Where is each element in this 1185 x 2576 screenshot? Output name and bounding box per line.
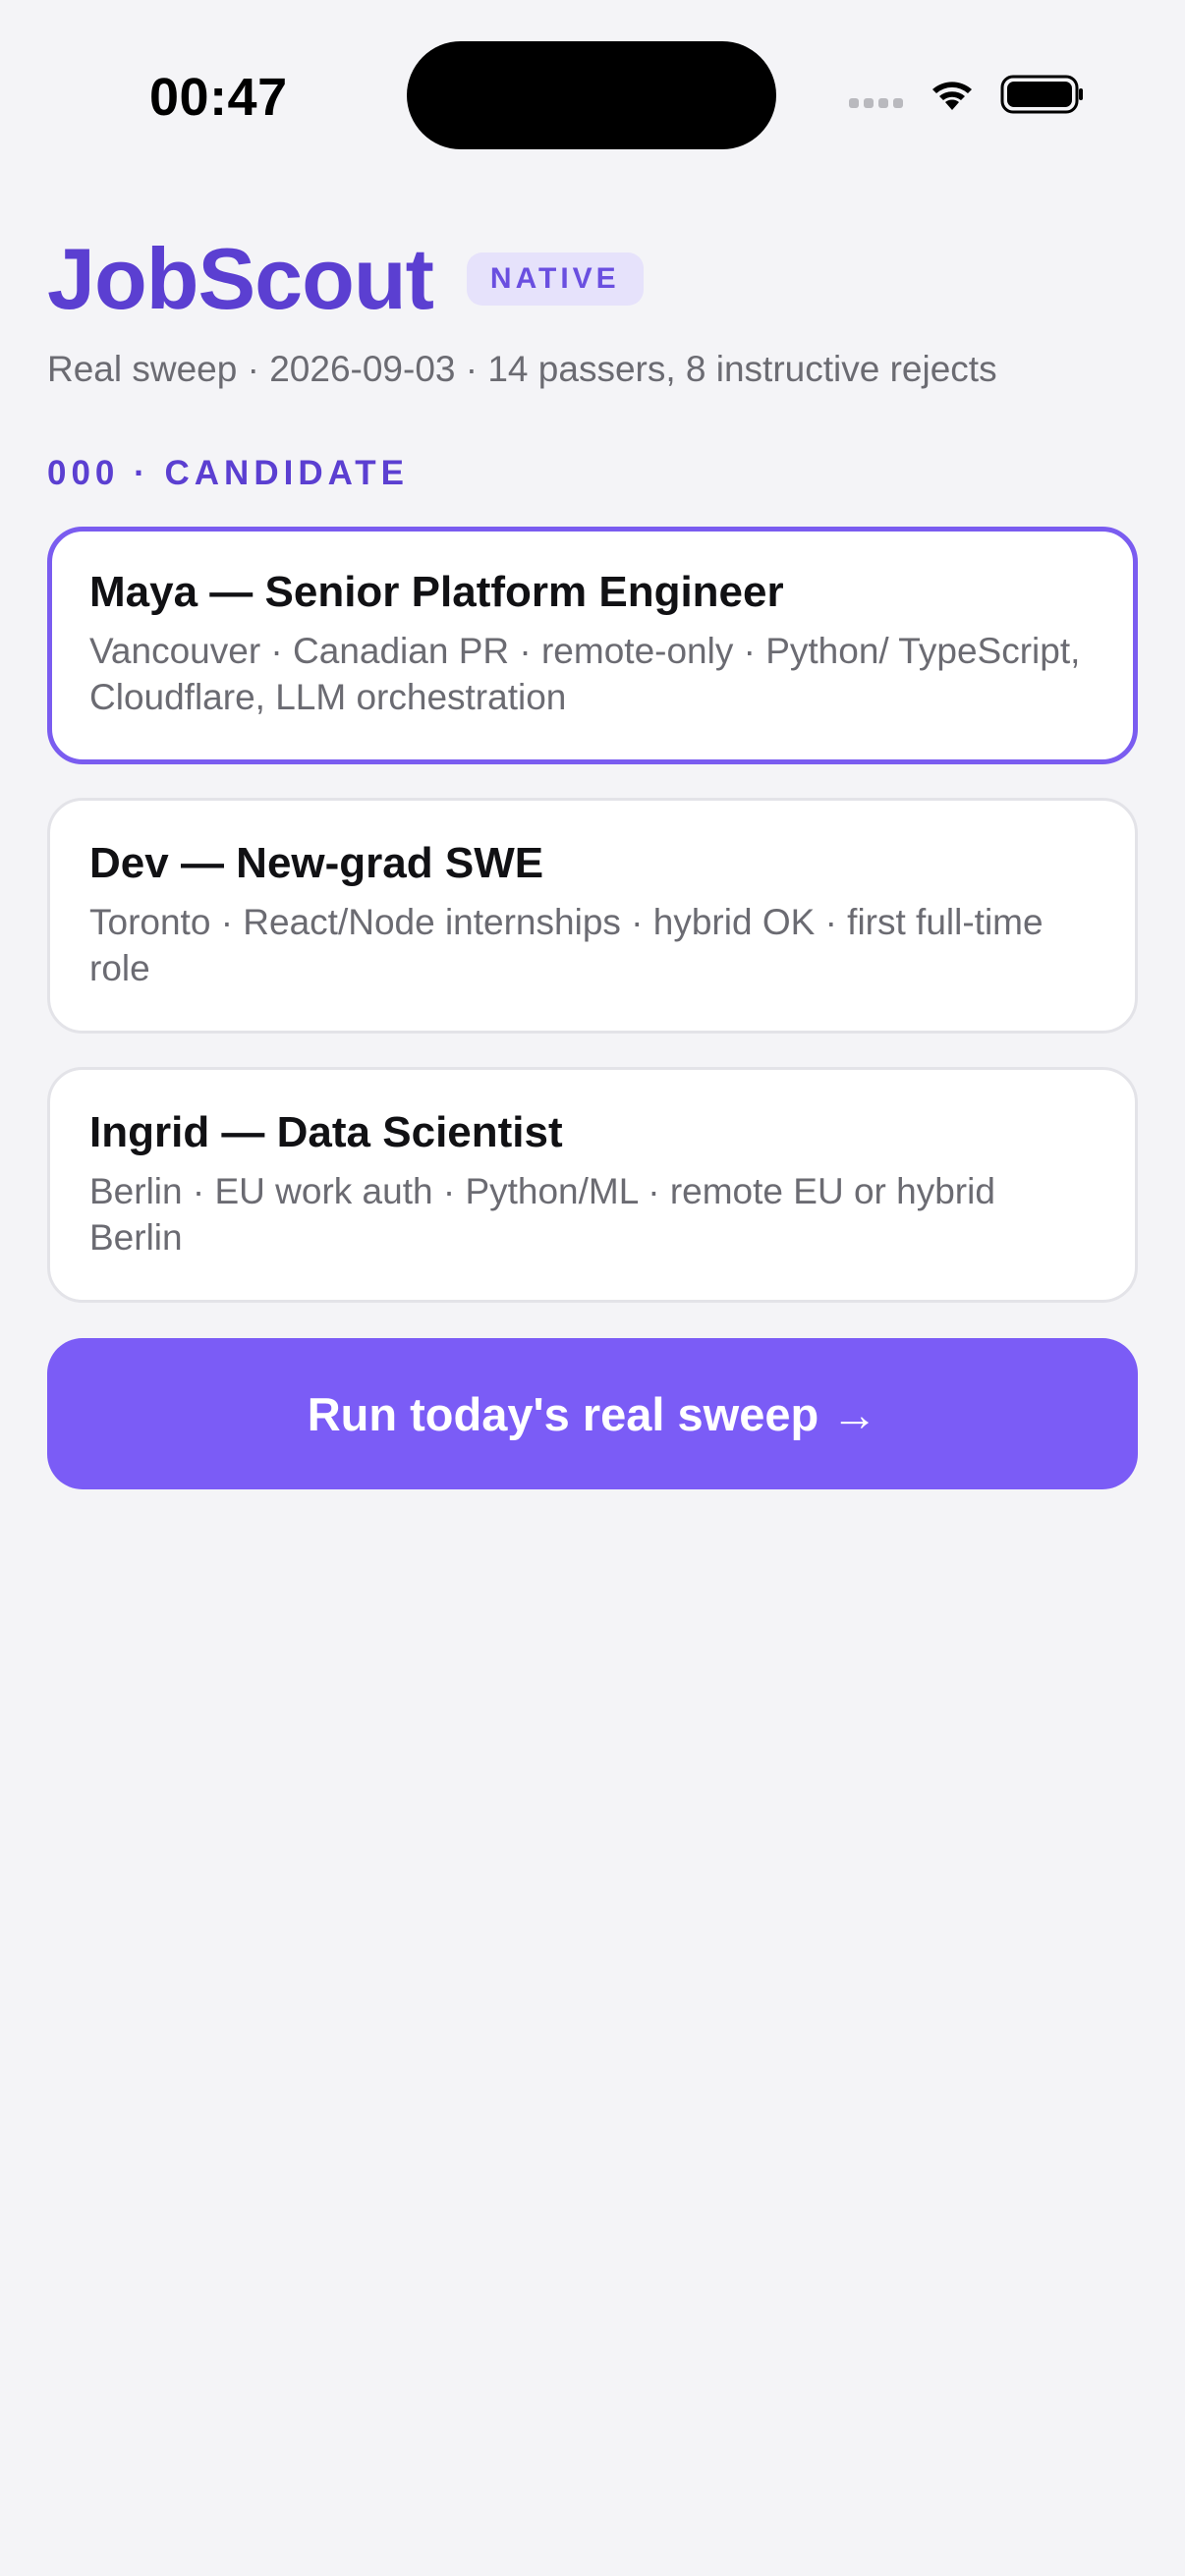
candidate-card-ingrid[interactable]: Ingrid — Data Scientist Berlin · EU work… — [47, 1067, 1138, 1303]
wifi-icon — [932, 82, 972, 110]
candidate-details: Vancouver · Canadian PR · remote-only · … — [89, 630, 1081, 717]
candidate-details: Berlin · EU work auth · Python/ML · remo… — [89, 1170, 995, 1258]
candidate-title: Ingrid — Data Scientist — [89, 1108, 563, 1156]
candidate-title: Dev — New-grad SWE — [89, 839, 544, 887]
signal-icon — [849, 98, 903, 108]
candidate-title: Maya — Senior Platform Engineer — [89, 568, 784, 616]
dynamic-island — [407, 41, 776, 149]
app-title: JobScout — [47, 230, 434, 327]
candidate-card-dev[interactable]: Dev — New-grad SWE Toronto · React/Node … — [47, 798, 1138, 1034]
section-label: 000 · CANDIDATE — [47, 454, 410, 492]
candidate-card-maya[interactable]: Maya — Senior Platform Engineer Vancouve… — [47, 527, 1138, 764]
status-icons — [847, 73, 1083, 116]
candidate-details: Toronto · React/Node internships · hybri… — [89, 901, 1044, 988]
run-sweep-button[interactable]: Run today's real sweep → — [47, 1338, 1138, 1489]
status-bar: 00:47 — [0, 0, 1185, 187]
native-badge: NATIVE — [466, 252, 644, 306]
battery-icon — [1000, 75, 1083, 114]
title-row: JobScout NATIVE — [47, 228, 1138, 330]
sweep-summary: Real sweep · 2026-09-03 · 14 passers, 8 … — [47, 349, 997, 389]
status-time: 00:47 — [149, 68, 288, 127]
header: JobScout NATIVE Real sweep · 2026-09-03 … — [47, 228, 1138, 391]
